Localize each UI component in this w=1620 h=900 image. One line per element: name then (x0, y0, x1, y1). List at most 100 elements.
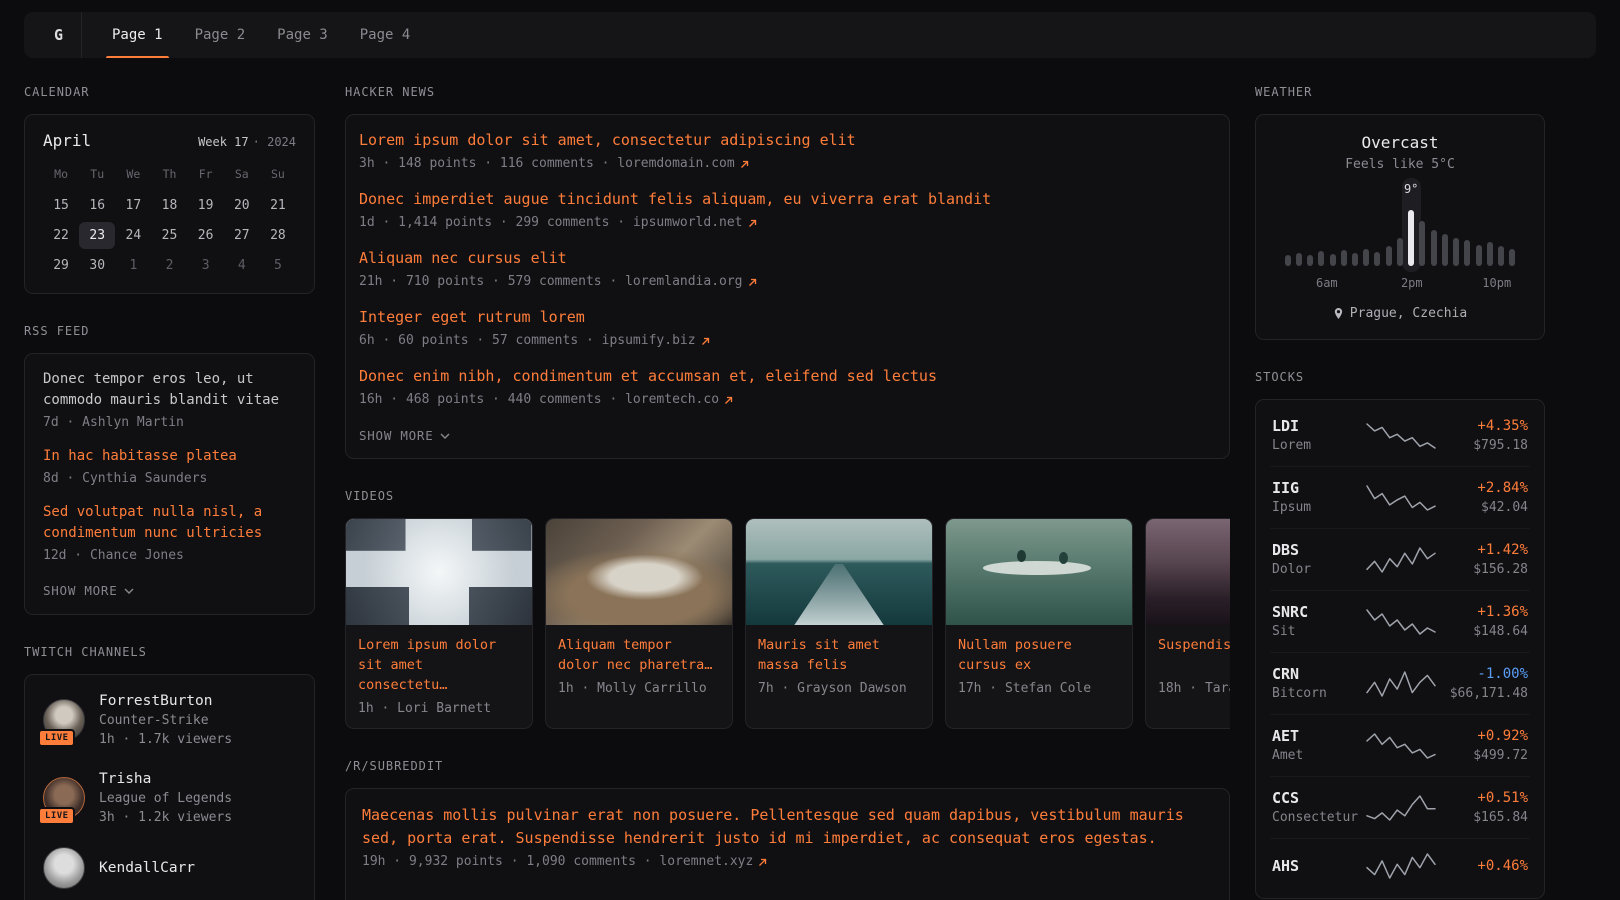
stock-row[interactable]: DBS Dolor +1.42% $156.28 (1270, 528, 1530, 590)
calendar-day[interactable]: 15 (43, 192, 79, 219)
calendar-day[interactable]: 25 (151, 222, 187, 249)
video-thumbnail[interactable] (346, 519, 532, 625)
weather-hour-bar (1451, 210, 1462, 266)
twitch-channel-row[interactable]: LIVE ForrestBurton Counter-Strike 1h · 1… (43, 691, 296, 749)
external-link-icon[interactable] (748, 219, 757, 228)
rss-item-title[interactable]: In hac habitasse platea (43, 446, 296, 467)
stock-price: $156.28 (1442, 560, 1528, 579)
stock-change: +1.36% (1442, 602, 1528, 622)
stock-id: IIG Ipsum (1272, 478, 1360, 517)
video-thumbnail[interactable] (1146, 519, 1230, 625)
rss-card: Donec tempor eros leo, ut commodo mauris… (24, 353, 315, 615)
app-logo[interactable]: G (36, 12, 82, 58)
hn-item-title[interactable]: Aliquam nec cursus elit (359, 247, 1213, 270)
video-title[interactable]: Mauris sit amet massa felis (758, 635, 920, 675)
hn-item-title[interactable]: Donec enim nibh, condimentum et accumsan… (359, 365, 1213, 388)
rss-show-more-button[interactable]: SHOW MORE (43, 583, 134, 598)
stock-row[interactable]: AET Amet +0.92% $499.72 (1270, 714, 1530, 776)
hackernews-card: Lorem ipsum dolor sit amet, consectetur … (345, 114, 1230, 459)
hn-item-title[interactable]: Donec imperdiet augue tincidunt felis al… (359, 188, 1213, 211)
left-column: CALENDAR April Week 17· 2024 MoTuWeThFrS… (24, 85, 315, 900)
calendar-day[interactable]: 4 (224, 252, 260, 279)
calendar-day[interactable]: 5 (260, 252, 296, 279)
video-title[interactable]: Suspendisse diam (1158, 635, 1230, 675)
calendar-card: April Week 17· 2024 MoTuWeThFrSaSu151617… (24, 114, 315, 294)
tab-page-1[interactable]: Page 1 (108, 12, 167, 58)
weather-chart: 9° (1282, 210, 1518, 266)
twitch-channel-row[interactable]: KendallCarr (43, 847, 296, 889)
video-card[interactable]: Lorem ipsum dolor sit amet consectetu… 1… (345, 518, 533, 729)
hn-item-title[interactable]: Lorem ipsum dolor sit amet, consectetur … (359, 129, 1213, 152)
calendar-day[interactable]: 24 (115, 222, 151, 249)
subreddit-widget: /R/SUBREDDIT Maecenas mollis pulvinar er… (345, 759, 1230, 900)
stock-price: $499.72 (1442, 746, 1528, 765)
rss-item: In hac habitasse platea 8d · Cynthia Sau… (43, 446, 296, 489)
stock-row[interactable]: AHS +0.46% (1270, 838, 1530, 893)
video-thumbnail[interactable] (546, 519, 732, 625)
calendar-day[interactable]: 20 (224, 192, 260, 219)
stock-price: $148.64 (1442, 622, 1528, 641)
twitch-section-title: TWITCH CHANNELS (24, 645, 315, 659)
video-title[interactable]: Lorem ipsum dolor sit amet consectetu… (358, 635, 520, 695)
calendar-day[interactable]: 26 (188, 222, 224, 249)
external-link-icon[interactable] (758, 858, 767, 867)
rss-item-title[interactable]: Donec tempor eros leo, ut commodo mauris… (43, 369, 296, 411)
calendar-day[interactable]: 30 (79, 252, 115, 279)
hn-item: Aliquam nec cursus elit 21h · 710 points… (359, 247, 1213, 292)
video-thumbnail[interactable] (746, 519, 932, 625)
hn-item-meta: 6h · 60 points · 57 comments · ipsumify.… (359, 331, 1213, 351)
stock-id: AHS (1272, 856, 1360, 876)
tab-page-4[interactable]: Page 4 (356, 12, 415, 58)
calendar-day[interactable]: 2 (151, 252, 187, 279)
channel-category: Counter-Strike (99, 711, 232, 730)
video-title[interactable]: Aliquam tempor dolor nec pharetra… (558, 635, 720, 675)
calendar-day[interactable]: 3 (188, 252, 224, 279)
calendar-day[interactable]: 22 (43, 222, 79, 249)
hn-show-more-button[interactable]: SHOW MORE (359, 428, 450, 443)
calendar-day[interactable]: 1 (115, 252, 151, 279)
stock-row[interactable]: LDI Lorem +4.35% $795.18 (1270, 405, 1530, 466)
channel-avatar (43, 847, 85, 889)
hn-item-meta-text: 3h · 148 points · 116 comments · loremdo… (359, 154, 735, 174)
tab-page-2[interactable]: Page 2 (191, 12, 250, 58)
tab-page-3[interactable]: Page 3 (273, 12, 332, 58)
video-meta: 1h · Molly Carrillo (558, 681, 720, 696)
video-card[interactable]: Nullam posuere cursus ex 17h · Stefan Co… (945, 518, 1133, 729)
stock-name: Lorem (1272, 436, 1360, 455)
calendar-month: April (43, 131, 91, 150)
stock-row[interactable]: IIG Ipsum +2.84% $42.04 (1270, 466, 1530, 528)
twitch-channel-row[interactable]: LIVE Trisha League of Legends 3h · 1.2k … (43, 769, 296, 827)
subreddit-post-title[interactable]: Maecenas mollis pulvinar erat non posuer… (362, 804, 1213, 850)
hn-item-meta-text: 1d · 1,414 points · 299 comments · ipsum… (359, 213, 743, 233)
external-link-icon[interactable] (701, 337, 710, 346)
calendar-day[interactable]: 19 (188, 192, 224, 219)
calendar-day[interactable]: 16 (79, 192, 115, 219)
weather-hour-bar (1361, 210, 1372, 266)
weather-current-temp: 9° (1404, 182, 1418, 196)
video-card[interactable]: Aliquam tempor dolor nec pharetra… 1h · … (545, 518, 733, 729)
calendar-day[interactable]: 27 (224, 222, 260, 249)
stock-sparkline (1364, 850, 1438, 882)
hn-item-title[interactable]: Integer eget rutrum lorem (359, 306, 1213, 329)
video-card[interactable]: Suspendisse diam 18h · Tara (1145, 518, 1230, 729)
weather-hour-bar: 9° (1406, 210, 1417, 266)
weather-hour-bar (1473, 210, 1484, 266)
video-card[interactable]: Mauris sit amet massa felis 7h · Grayson… (745, 518, 933, 729)
stock-price: $165.84 (1442, 808, 1528, 827)
video-title[interactable]: Nullam posuere cursus ex (958, 635, 1120, 675)
stock-row[interactable]: CRN Bitcorn -1.00% $66,171.48 (1270, 652, 1530, 714)
calendar-day-selected[interactable]: 23 (79, 222, 115, 249)
calendar-day[interactable]: 29 (43, 252, 79, 279)
external-link-icon[interactable] (740, 160, 749, 169)
stock-row[interactable]: CCS Consectetur +0.51% $165.84 (1270, 776, 1530, 838)
stock-sparkline (1364, 606, 1438, 638)
calendar-day[interactable]: 28 (260, 222, 296, 249)
calendar-day[interactable]: 21 (260, 192, 296, 219)
external-link-icon[interactable] (748, 278, 757, 287)
rss-item-title[interactable]: Sed volutpat nulla nisl, a condimentum n… (43, 502, 296, 544)
stock-row[interactable]: SNRC Sit +1.36% $148.64 (1270, 590, 1530, 652)
external-link-icon[interactable] (724, 396, 733, 405)
calendar-day[interactable]: 18 (151, 192, 187, 219)
video-thumbnail[interactable] (946, 519, 1132, 625)
calendar-day[interactable]: 17 (115, 192, 151, 219)
